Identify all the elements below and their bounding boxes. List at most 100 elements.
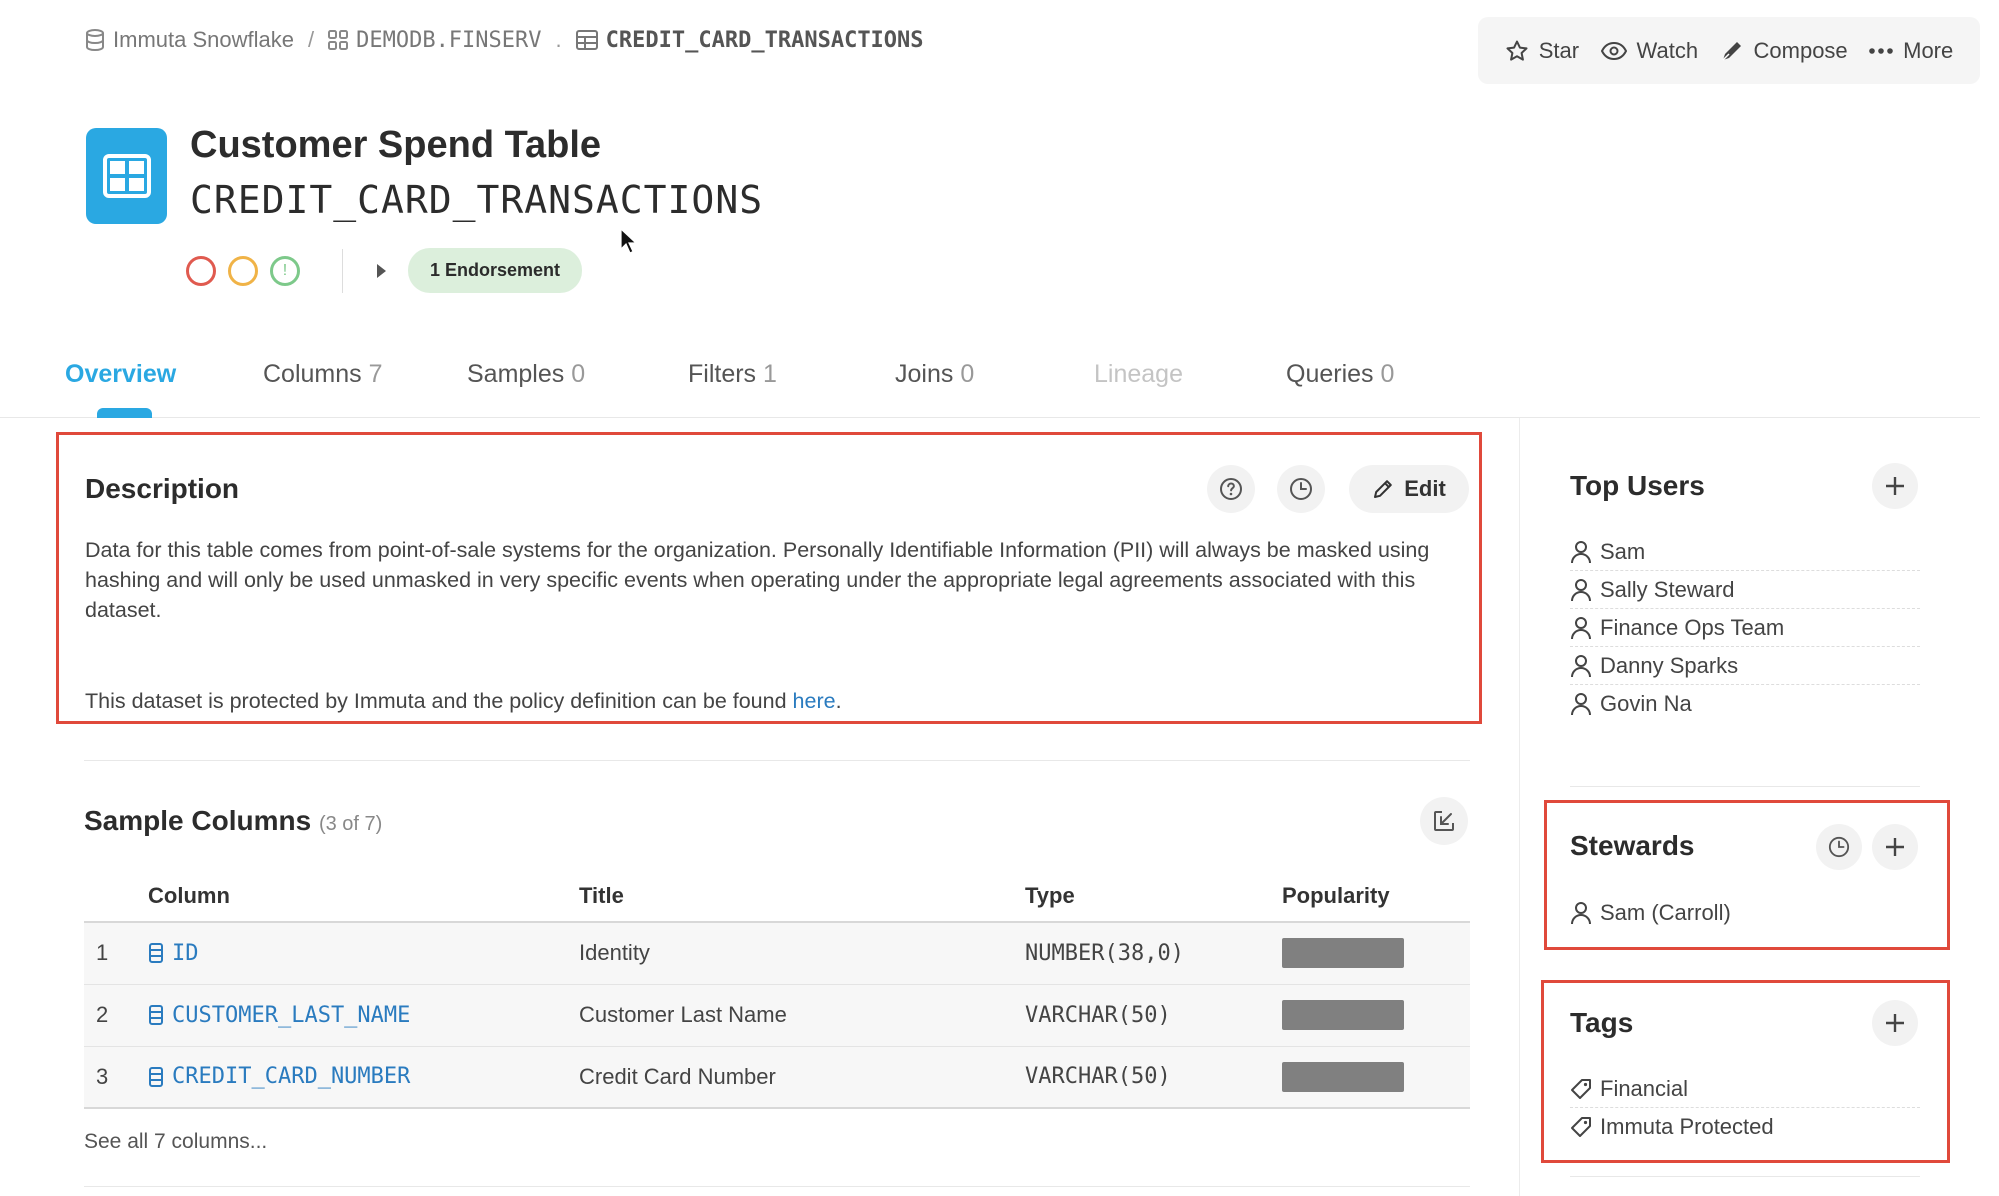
- action-bar: Star Watch Compose More: [1478, 17, 1980, 84]
- sample-columns-title-label: Sample Columns: [84, 805, 312, 836]
- popularity-cell: [1282, 984, 1470, 1047]
- table-header-row: Column Title Type Popularity: [84, 870, 1470, 923]
- user-icon: [1570, 692, 1592, 716]
- table-row[interactable]: 1 ID Identity NUMBER(38,0): [84, 922, 1470, 985]
- column-name-cell[interactable]: CUSTOMER_LAST_NAME: [148, 984, 579, 1047]
- list-item[interactable]: Sally Steward: [1570, 571, 1920, 609]
- index-header: [84, 870, 148, 923]
- breadcrumb-schema-label: DEMODB.FINSERV: [356, 27, 542, 53]
- column-icon: [148, 1066, 164, 1088]
- row-index: 1: [84, 922, 148, 985]
- list-item[interactable]: Sam: [1570, 533, 1920, 571]
- list-item[interactable]: Danny Sparks: [1570, 647, 1920, 685]
- tab-lineage-label: Lineage: [1094, 360, 1183, 388]
- user-name: Danny Sparks: [1600, 652, 1739, 678]
- list-item[interactable]: Immuta Protected: [1570, 1108, 1920, 1146]
- row-index: 3: [84, 1046, 148, 1109]
- popularity-header: Popularity: [1282, 870, 1470, 923]
- add-top-user-button[interactable]: [1872, 463, 1918, 509]
- plus-icon: [1884, 475, 1906, 497]
- export-icon: [1432, 809, 1456, 833]
- user-name: Finance Ops Team: [1600, 614, 1785, 640]
- edit-button[interactable]: Edit: [1349, 465, 1469, 513]
- column-link[interactable]: CUSTOMER_LAST_NAME: [148, 1003, 579, 1028]
- description-body: Data for this table comes from point-of-…: [85, 538, 1430, 622]
- tab-samples-label: Samples: [467, 360, 565, 388]
- status-yellow-indicator[interactable]: [228, 255, 258, 286]
- tag-name: Immuta Protected: [1600, 1114, 1774, 1139]
- user-icon: [1570, 540, 1592, 564]
- add-steward-button[interactable]: [1872, 824, 1918, 870]
- tags-title: Tags: [1570, 1007, 1634, 1038]
- status-red-indicator[interactable]: [186, 255, 216, 286]
- pen-icon: [1720, 39, 1744, 63]
- tag-icon: [1570, 1116, 1592, 1138]
- tag-icon: [1570, 1078, 1592, 1100]
- status-green-indicator[interactable]: !: [270, 255, 300, 286]
- compose-label: Compose: [1753, 37, 1848, 63]
- breadcrumb-separator: /: [307, 27, 315, 52]
- stewards-title: Stewards: [1570, 830, 1695, 861]
- column-link[interactable]: ID: [148, 941, 579, 966]
- page-title: Customer Spend Table: [190, 124, 602, 166]
- history-button[interactable]: [1277, 465, 1325, 513]
- compose-button[interactable]: Compose: [1720, 38, 1848, 64]
- column-name: CREDIT_CARD_NUMBER: [172, 1064, 411, 1090]
- tab-joins-label: Joins: [895, 360, 954, 388]
- breadcrumb-table: CREDIT_CARD_TRANSACTIONS: [575, 27, 924, 53]
- status-green-mark: !: [282, 261, 288, 279]
- column-name-cell[interactable]: CREDIT_CARD_NUMBER: [148, 1046, 579, 1109]
- plus-icon: [1884, 836, 1906, 858]
- tab-joins[interactable]: Joins 0: [895, 360, 974, 389]
- table-row[interactable]: 2 CUSTOMER_LAST_NAME Customer Last Name …: [84, 984, 1470, 1047]
- list-item[interactable]: Financial: [1570, 1070, 1920, 1108]
- tab-columns-count: 7: [368, 360, 383, 388]
- column-title: Credit Card Number: [579, 1046, 1025, 1109]
- table-row[interactable]: 3 CREDIT_CARD_NUMBER Credit Card Number …: [84, 1046, 1470, 1109]
- column-name-cell[interactable]: ID: [148, 922, 579, 985]
- divider: [84, 760, 1470, 761]
- list-item[interactable]: Govin Na: [1570, 685, 1920, 723]
- see-all-columns-link[interactable]: See all 7 columns...: [84, 1130, 267, 1154]
- popularity-bar: [1282, 1061, 1404, 1092]
- list-item[interactable]: Sam (Carroll): [1570, 894, 1920, 932]
- description-footer-period: .: [835, 689, 842, 713]
- stewards-history-button[interactable]: [1816, 824, 1862, 870]
- tab-overview[interactable]: Overview: [65, 360, 176, 389]
- column-type: NUMBER(38,0): [1025, 922, 1282, 985]
- breadcrumb-source[interactable]: Immuta Snowflake: [85, 27, 294, 53]
- tab-bar: Overview Columns 7 Samples 0 Filters 1 J…: [0, 360, 1980, 418]
- breadcrumb-table-label: CREDIT_CARD_TRANSACTIONS: [605, 27, 924, 53]
- user-icon: [1570, 616, 1592, 640]
- column-name: CUSTOMER_LAST_NAME: [172, 1002, 411, 1028]
- tab-queries[interactable]: Queries 0: [1286, 360, 1394, 389]
- help-button[interactable]: [1207, 465, 1255, 513]
- type-header: Type: [1025, 870, 1282, 923]
- open-columns-button[interactable]: [1420, 797, 1468, 845]
- divider: [84, 1186, 1470, 1187]
- add-tag-button[interactable]: [1872, 1000, 1918, 1046]
- tab-filters-label: Filters: [688, 360, 757, 388]
- tab-filters[interactable]: Filters 1: [688, 360, 777, 389]
- column-link[interactable]: CREDIT_CARD_NUMBER: [148, 1064, 579, 1089]
- page-subtitle: CREDIT_CARD_TRANSACTIONS: [190, 178, 764, 222]
- star-button[interactable]: Star: [1505, 38, 1579, 64]
- description-title: Description: [85, 473, 240, 504]
- sample-columns-count: (3 of 7): [318, 813, 383, 835]
- breadcrumb-schema[interactable]: DEMODB.FINSERV: [328, 27, 542, 53]
- caret-right-icon[interactable]: [377, 263, 386, 278]
- more-button[interactable]: More: [1869, 38, 1953, 64]
- star-label: Star: [1538, 37, 1580, 63]
- policy-link[interactable]: here: [793, 689, 836, 713]
- tab-columns[interactable]: Columns 7: [263, 360, 383, 389]
- watch-button[interactable]: Watch: [1600, 38, 1698, 64]
- column-icon: [148, 942, 164, 964]
- top-users-list: Sam Sally Steward Finance Ops Team Danny…: [1570, 533, 1920, 723]
- list-item[interactable]: Finance Ops Team: [1570, 609, 1920, 647]
- popularity-bar: [1282, 1000, 1404, 1030]
- plus-icon: [1884, 1012, 1906, 1034]
- endorsement-badge[interactable]: 1 Endorsement: [408, 248, 583, 293]
- tab-samples[interactable]: Samples 0: [467, 360, 585, 389]
- user-icon: [1570, 654, 1592, 678]
- column-icon: [148, 1004, 164, 1026]
